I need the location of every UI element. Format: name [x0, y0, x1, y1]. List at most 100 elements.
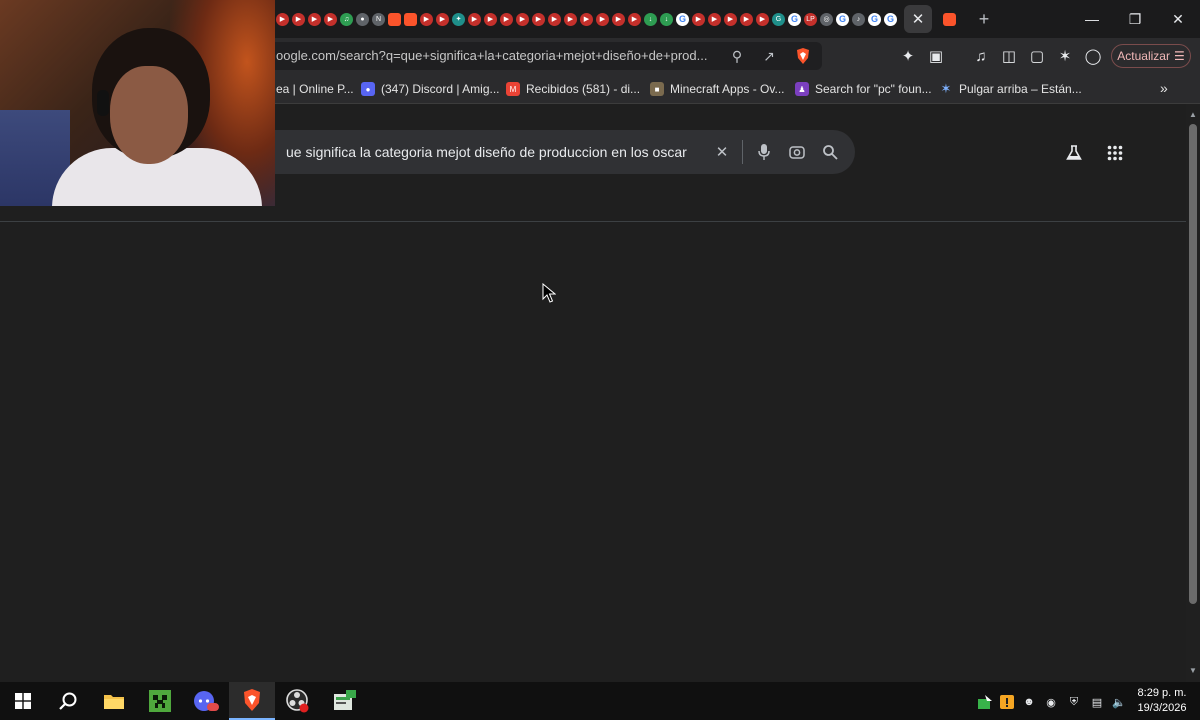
bookmark-label: Pulgar arriba – Están...	[959, 82, 1082, 96]
new-tab-icon[interactable]: +	[973, 8, 995, 30]
notion-tab-icon[interactable]: N	[372, 12, 385, 26]
tray-obs-icon[interactable]: ◉	[1043, 694, 1059, 710]
update-button[interactable]: Actualizar ☰	[1111, 44, 1191, 68]
brave-tab-icon[interactable]	[404, 12, 417, 26]
youtube-tab-icon[interactable]: ▶	[308, 12, 321, 26]
minecraft-icon[interactable]	[137, 682, 183, 720]
youtube-tab-icon[interactable]: ▶	[276, 12, 289, 26]
media-icon[interactable]: ♫	[971, 46, 991, 66]
youtube-tab-icon[interactable]: ▶	[724, 12, 737, 26]
vpn-icon[interactable]: ◯	[1083, 46, 1103, 66]
system-clock[interactable]: 8:29 p. m. 19/3/2026	[1134, 686, 1190, 716]
zoom-icon[interactable]: ⚲	[728, 47, 746, 65]
leo-ai-icon[interactable]: ✶	[1055, 46, 1075, 66]
tiktok-tab-icon[interactable]: ♪	[852, 12, 865, 26]
download-tab-icon[interactable]: ↓	[644, 12, 657, 26]
tray-warning-icon[interactable]	[999, 694, 1015, 710]
brave-tab-icon[interactable]	[943, 12, 956, 26]
minecraft-launcher-icon[interactable]	[321, 682, 367, 720]
github-tab-icon[interactable]: ●	[356, 12, 369, 26]
reading-mode-icon[interactable]: ▣	[926, 46, 946, 66]
search-box[interactable]: ue significa la categoria mejot diseño d…	[230, 130, 855, 174]
brave-shields-icon[interactable]	[794, 47, 812, 65]
youtube-tab-icon[interactable]: ▶	[708, 12, 721, 26]
bookmark-item[interactable]: ♟ Search for "pc" foun...	[795, 82, 932, 96]
share-icon[interactable]: ↗	[760, 47, 778, 65]
youtube-tab-icon[interactable]: ▶	[628, 12, 641, 26]
volume-icon[interactable]: 🔈	[1111, 694, 1127, 710]
youtube-tab-icon[interactable]: ▶	[692, 12, 705, 26]
google-tab-icon[interactable]: G	[836, 12, 849, 26]
more-bookmarks-icon[interactable]: »	[1160, 80, 1168, 96]
youtube-tab-icon[interactable]: ▶	[756, 12, 769, 26]
page-scrollbar[interactable]: ▲ ▼	[1186, 104, 1200, 682]
close-tab-icon[interactable]: ✕	[904, 5, 932, 33]
tray-security-icon[interactable]: ⛨	[1066, 694, 1082, 710]
bookmark-item[interactable]: ea | Online P...	[276, 82, 354, 96]
youtube-tab-icon[interactable]: ▶	[564, 12, 577, 26]
tray-discord-icon[interactable]: ☻	[1021, 694, 1037, 710]
scroll-up-icon[interactable]: ▲	[1189, 110, 1197, 119]
sidebar-icon[interactable]: ◫	[999, 46, 1019, 66]
bookmark-item[interactable]: ● (347) Discord | Amig...	[361, 82, 500, 96]
google-tab-icon[interactable]: G	[868, 12, 881, 26]
youtube-tab-icon[interactable]: ▶	[580, 12, 593, 26]
scroll-thumb[interactable]	[1189, 124, 1197, 604]
youtube-tab-icon[interactable]: ▶	[292, 12, 305, 26]
wallet-icon[interactable]: ▢	[1027, 46, 1047, 66]
bookmark-item[interactable]: ✶ Pulgar arriba – Están...	[939, 81, 1082, 96]
brave-tab-icon[interactable]	[388, 12, 401, 26]
youtube-tab-icon[interactable]: ▶	[484, 12, 497, 26]
clear-search-icon[interactable]: ✕	[712, 142, 732, 162]
chatgpt-tab-icon[interactable]: ✦	[452, 12, 465, 26]
youtube-tab-icon[interactable]: ▶	[596, 12, 609, 26]
brave-browser-icon[interactable]	[229, 682, 275, 720]
google-apps-icon[interactable]	[1104, 142, 1126, 164]
webcam-headset	[97, 90, 109, 116]
minecraft-icon: ■	[650, 82, 664, 96]
tray-app-icon[interactable]	[977, 694, 993, 710]
voice-search-icon[interactable]	[754, 142, 774, 162]
clock-date: 19/3/2026	[1137, 702, 1187, 714]
search-input[interactable]: ue significa la categoria mejot diseño d…	[286, 144, 687, 160]
bookmark-item[interactable]: M Recibidos (581) - di...	[506, 82, 640, 96]
gmail-icon: M	[506, 82, 520, 96]
taskbar-search-icon[interactable]	[45, 682, 91, 720]
labs-flask-icon[interactable]	[1063, 142, 1085, 164]
grammarly-tab-icon[interactable]: G	[772, 12, 785, 26]
extensions-icon[interactable]: ✦	[898, 46, 918, 66]
address-bar[interactable]: oogle.com/search?q=que+significa+la+cate…	[262, 42, 822, 70]
youtube-tab-icon[interactable]: ▶	[548, 12, 561, 26]
lp-tab-icon[interactable]: LP	[804, 12, 817, 26]
scroll-down-icon[interactable]: ▼	[1189, 666, 1197, 675]
obs-studio-icon[interactable]	[275, 682, 321, 720]
search-icon[interactable]	[820, 142, 840, 162]
youtube-tab-icon[interactable]: ▶	[516, 12, 529, 26]
youtube-tab-icon[interactable]: ▶	[324, 12, 337, 26]
bookmark-label: (347) Discord | Amig...	[381, 82, 500, 96]
youtube-tab-icon[interactable]: ▶	[532, 12, 545, 26]
network-icon[interactable]: ▤	[1089, 694, 1105, 710]
world-tab-icon[interactable]: ◎	[820, 12, 833, 26]
lens-search-icon[interactable]	[787, 142, 807, 162]
youtube-tab-icon[interactable]: ▶	[500, 12, 513, 26]
url-text[interactable]: oogle.com/search?q=que+significa+la+cate…	[276, 48, 707, 63]
download-tab-icon[interactable]: ↓	[660, 12, 673, 26]
bookmark-item[interactable]: ■ Minecraft Apps - Ov...	[650, 82, 784, 96]
youtube-tab-icon[interactable]: ▶	[420, 12, 433, 26]
google-tab-icon[interactable]: G	[884, 12, 897, 26]
windows-start-icon[interactable]	[0, 682, 46, 720]
youtube-tab-icon[interactable]: ▶	[612, 12, 625, 26]
google-tab-icon[interactable]: G	[676, 12, 689, 26]
restore-icon[interactable]: ❐	[1113, 0, 1157, 38]
google-tab-icon[interactable]: G	[788, 12, 801, 26]
spotify-tab-icon[interactable]: ♫	[340, 12, 353, 26]
file-explorer-icon[interactable]	[91, 682, 137, 720]
close-window-icon[interactable]: ✕	[1156, 0, 1200, 38]
bookmark-label: Minecraft Apps - Ov...	[670, 82, 785, 96]
minimize-icon[interactable]: —	[1070, 0, 1114, 38]
youtube-tab-icon[interactable]: ▶	[468, 12, 481, 26]
youtube-tab-icon[interactable]: ▶	[740, 12, 753, 26]
discord-icon[interactable]	[183, 682, 229, 720]
youtube-tab-icon[interactable]: ▶	[436, 12, 449, 26]
